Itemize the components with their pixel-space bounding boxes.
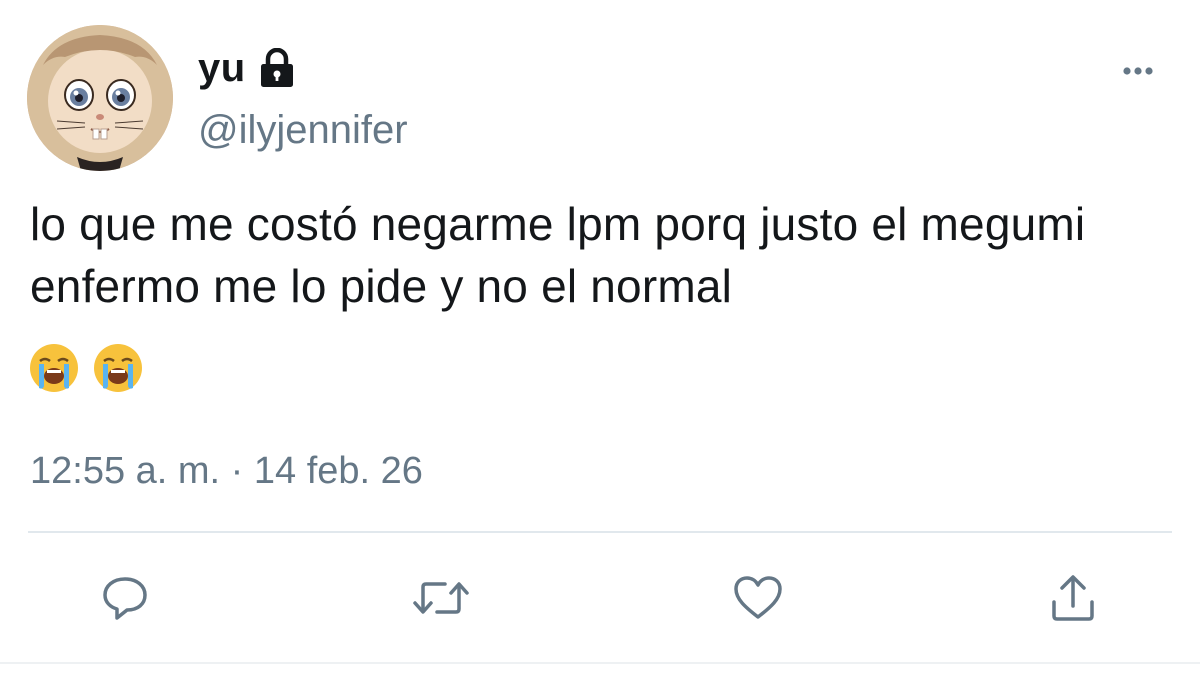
share-button[interactable] [1045, 572, 1101, 628]
divider [28, 531, 1172, 533]
display-name-row: yu [198, 38, 296, 98]
like-button[interactable] [730, 572, 786, 628]
avatar[interactable] [27, 25, 173, 171]
emoji-row [28, 342, 144, 394]
avatar-image [27, 25, 173, 171]
share-icon [1048, 572, 1098, 629]
more-options-icon[interactable] [1110, 56, 1166, 86]
retweet-icon [411, 573, 471, 628]
tweet-timestamp[interactable]: 12:55 a. m. · 14 feb. 26 [30, 450, 423, 493]
reply-button[interactable] [97, 572, 153, 628]
tweet-card: yu @ilyjennifer lo que me costó negarme … [0, 0, 1200, 684]
retweet-button[interactable] [413, 572, 469, 628]
action-bar [0, 560, 1200, 640]
display-name[interactable]: yu [198, 46, 246, 91]
user-handle[interactable]: @ilyjennifer [198, 108, 408, 153]
reply-icon [99, 573, 151, 628]
loudly-crying-face-icon [92, 342, 144, 394]
lock-icon [258, 47, 296, 88]
tweet-text: lo que me costó negarme lpm porq justo e… [30, 198, 1086, 312]
loudly-crying-face-icon [28, 342, 80, 394]
heart-icon [731, 573, 785, 628]
bottom-divider [0, 662, 1200, 664]
